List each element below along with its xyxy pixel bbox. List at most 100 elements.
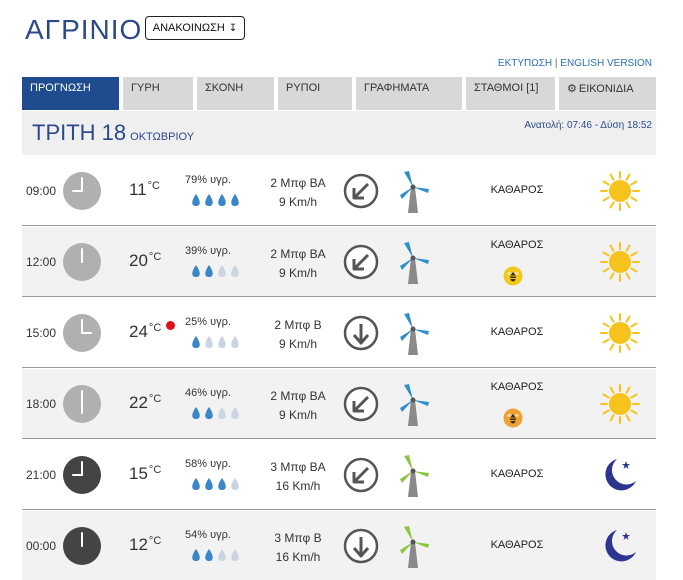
tab-stations[interactable]: ΣΤΑΘΜΟΙ [1] [466, 77, 555, 110]
wind-direction-icon [343, 173, 379, 209]
row-humidity: 25% υγρ. [185, 316, 231, 328]
sun-icon [600, 313, 640, 353]
row-wind: 2 Μπφ ΒΑ 9 Km/h [258, 174, 338, 212]
row-sky: ΚΑΘΑΡΟΣ [490, 539, 544, 551]
tab-label: ΓΡΑΦΗΜΑΤΑ [364, 82, 430, 94]
clock-icon [63, 527, 101, 565]
row-humidity: 46% υγρ. [185, 387, 231, 399]
wind-beaufort: 2 Μπφ ΒΑ [270, 176, 326, 190]
temperature-value: 15 [129, 464, 148, 483]
temperature-value: 20 [129, 251, 148, 270]
wind-direction-icon [343, 386, 379, 422]
day-month: ΟΚΤΩΒΡΙΟΥ [130, 131, 195, 143]
row-temperature: 12°C [129, 535, 161, 555]
forecast-row: 09:00 11°C 79% υγρ. 2 Μπφ ΒΑ 9 Km/h ΚΑΘΑΡ… [22, 156, 656, 226]
tab-label: ΕΙΚΟΝΙΔΙΑ [578, 83, 634, 95]
row-wind: 2 Μπφ ΒΑ 9 Km/h [258, 387, 338, 425]
wind-beaufort: 3 Μπφ ΒΑ [270, 460, 326, 474]
wind-turbine-icon [395, 311, 431, 355]
row-humidity: 79% υγρ. [185, 174, 231, 186]
row-humidity: 39% υγρ. [185, 245, 231, 257]
row-temperature: 15°C [129, 464, 161, 484]
tab-label: ΡΥΠΟΙ [286, 82, 321, 94]
temperature-value: 11 [129, 180, 147, 199]
sun-icon [600, 384, 640, 424]
forecast-row: 15:00 24°C 25% υγρ. 2 Μπφ Β 9 Km/h ΚΑΘΑΡΟ… [22, 298, 656, 368]
wind-speed: 9 Km/h [278, 266, 317, 280]
clock-icon [63, 172, 101, 210]
moon-icon [600, 455, 640, 495]
temperature-unit: °C [148, 464, 162, 476]
link-separator: | [554, 58, 558, 69]
row-time: 12:00 [26, 255, 57, 269]
row-temperature: 11°C [129, 180, 160, 200]
sun-icon [600, 171, 640, 211]
humidity-drops-icon [191, 406, 251, 420]
temperature-value: 22 [129, 393, 148, 412]
row-temperature: 22°C [129, 393, 161, 413]
day-name: ΤΡΙΤΗ 18 [32, 120, 127, 145]
temperature-unit: °C [148, 322, 162, 334]
wind-beaufort: 3 Μπφ Β [274, 531, 322, 545]
wind-turbine-icon [395, 240, 431, 284]
temperature-unit: °C [147, 180, 160, 192]
row-time: 15:00 [26, 326, 57, 340]
tab-label: ΣΤΑΘΜΟΙ [1] [474, 82, 539, 94]
wind-turbine-icon [395, 169, 431, 213]
forecast-row: 00:00 12°C 54% υγρ. 3 Μπφ Β 16 Km/h ΚΑΘΑΡ… [22, 511, 656, 580]
top-links: ΕΚΤΥΠΩΣΗ | ENGLISH VERSION [498, 58, 652, 69]
wind-direction-icon [343, 457, 379, 493]
tab-label: ΓΥΡΗ [131, 82, 160, 94]
temperature-unit: °C [148, 393, 162, 405]
row-sky: ΚΑΘΑΡΟΣ [490, 468, 544, 480]
wind-direction-icon [343, 244, 379, 280]
row-time: 18:00 [26, 397, 57, 411]
gear-icon: ⚙ [567, 83, 577, 95]
row-time: 21:00 [26, 468, 57, 482]
wind-speed: 16 Km/h [275, 479, 321, 493]
row-sky: ΚΑΘΑΡΟΣ [490, 326, 544, 338]
clock-icon [63, 314, 101, 352]
row-sky: ΚΑΘΑΡΟΣ [490, 239, 544, 251]
print-link[interactable]: ΕΚΤΥΠΩΣΗ [498, 58, 552, 69]
wind-direction-icon [343, 315, 379, 351]
tab-bar: ΠΡΟΓΝΩΣΗ ΓΥΡΗ ΣΚΟΝΗ ΡΥΠΟΙ ΓΡΑΦΗΜΑΤΑ ΣΤΑΘ… [22, 77, 662, 110]
wind-turbine-icon [395, 382, 431, 426]
announcement-button[interactable]: ΑΝΑΚΟΙΝΩΣΗ ↧ [145, 16, 245, 40]
temperature-value: 12 [129, 535, 148, 554]
tab-dust[interactable]: ΣΚΟΝΗ [197, 77, 274, 110]
announcement-label: ΑΝΑΚΟΙΝΩΣΗ [152, 22, 225, 34]
tab-pollen[interactable]: ΓΥΡΗ [123, 77, 193, 110]
wind-direction-icon [343, 528, 379, 564]
row-wind: 2 Μπφ ΒΑ 9 Km/h [258, 245, 338, 283]
pollen-bee-icon [503, 408, 523, 428]
day-header: ΤΡΙΤΗ 18 ΟΚΤΩΒΡΙΟΥ Ανατολή: 07:46 - Δύση … [22, 111, 656, 155]
tab-pollutants[interactable]: ΡΥΠΟΙ [278, 77, 352, 110]
tab-label: ΠΡΟΓΝΩΣΗ [30, 82, 91, 94]
humidity-drops-icon [191, 193, 251, 207]
row-wind: 3 Μπφ ΒΑ 16 Km/h [258, 458, 338, 496]
row-wind: 3 Μπφ Β 16 Km/h [258, 529, 338, 567]
wind-beaufort: 2 Μπφ ΒΑ [270, 247, 326, 261]
row-sky: ΚΑΘΑΡΟΣ [490, 381, 544, 393]
wind-speed: 9 Km/h [278, 195, 317, 209]
row-time: 09:00 [26, 184, 57, 198]
forecast-row: 18:00 22°C 46% υγρ. 2 Μπφ ΒΑ 9 Km/h ΚΑΘΑΡ… [22, 369, 656, 439]
tab-forecast[interactable]: ΠΡΟΓΝΩΣΗ [22, 77, 119, 110]
row-sky: ΚΑΘΑΡΟΣ [490, 184, 544, 196]
english-version-link[interactable]: ENGLISH VERSION [560, 58, 652, 69]
sun-icon [600, 242, 640, 282]
sunrise-sunset: Ανατολή: 07:46 - Δύση 18:52 [524, 120, 652, 131]
tab-charts[interactable]: ΓΡΑΦΗΜΑΤΑ [356, 77, 462, 110]
tab-label: ΣΚΟΝΗ [205, 82, 244, 94]
tab-icons[interactable]: ⚙ ΕΙΚΟΝΙΔΙΑ [559, 77, 656, 110]
wind-turbine-icon [395, 453, 431, 497]
row-humidity: 58% υγρ. [185, 458, 231, 470]
clock-icon [63, 385, 101, 423]
forecast-row: 21:00 15°C 58% υγρ. 3 Μπφ ΒΑ 16 Km/h ΚΑΘΑ… [22, 440, 656, 510]
temperature-value: 24 [129, 322, 148, 341]
row-temperature: 20°C [129, 251, 161, 271]
wind-speed: 16 Km/h [275, 550, 321, 564]
temperature-unit: °C [148, 535, 162, 547]
row-wind: 2 Μπφ Β 9 Km/h [258, 316, 338, 354]
